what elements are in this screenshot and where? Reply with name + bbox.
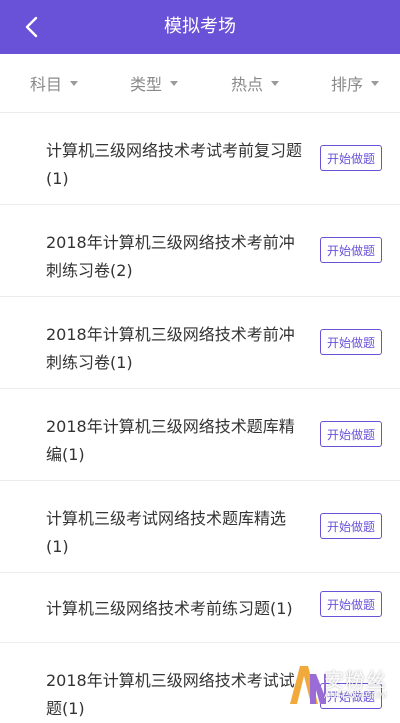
filter-subject[interactable]: 科目	[30, 54, 79, 112]
app-bar: 模拟考场	[0, 0, 400, 54]
list-item[interactable]: 2018年计算机三级网络技术考前冲刺练习卷(1) 开始做题	[0, 296, 400, 389]
watermark-text: 安粉丝	[324, 668, 387, 692]
filter-label: 科目	[30, 75, 63, 94]
start-exam-button[interactable]: 开始做题	[320, 145, 382, 171]
page-title: 模拟考场	[164, 16, 236, 37]
exam-title: 2018年计算机三级网络技术考前冲刺练习卷(1)	[46, 325, 295, 372]
list-item[interactable]: 2018年计算机三级网络技术题库精编(1) 开始做题	[0, 388, 400, 481]
filter-sort[interactable]: 排序	[331, 54, 380, 112]
filter-label: 类型	[130, 75, 163, 94]
filter-type[interactable]: 类型	[130, 54, 179, 112]
watermark-subtext: ANFENSI.COM	[324, 690, 387, 700]
filter-label: 排序	[331, 75, 364, 94]
exam-title: 计算机三级网络技术考前练习题(1)	[46, 599, 293, 618]
caret-down-icon	[170, 80, 179, 86]
list-item[interactable]: 2018年计算机三级网络技术考前冲刺练习卷(2) 开始做题	[0, 204, 400, 297]
exam-title: 计算机三级网络技术考试考前复习题(1)	[46, 141, 303, 188]
list-item[interactable]: 计算机三级网络技术考前练习题(1) 开始做题	[0, 572, 400, 643]
exam-title: 2018年计算机三级网络技术考试试题(1)	[46, 671, 295, 718]
exam-title: 2018年计算机三级网络技术题库精编(1)	[46, 417, 295, 464]
caret-down-icon	[70, 80, 79, 86]
start-exam-button[interactable]: 开始做题	[320, 421, 382, 447]
caret-down-icon	[271, 80, 280, 86]
filter-bar: 科目 类型 热点 排序	[0, 54, 400, 112]
filter-hot[interactable]: 热点	[231, 54, 280, 112]
start-exam-button[interactable]: 开始做题	[320, 513, 382, 539]
start-exam-button[interactable]: 开始做题	[320, 329, 382, 355]
list-item[interactable]: 计算机三级考试网络技术题库精选(1) 开始做题	[0, 480, 400, 573]
start-exam-button[interactable]: 开始做题	[320, 591, 382, 617]
watermark-logo: 安粉丝 ANFENSI.COM	[286, 660, 398, 708]
caret-down-icon	[371, 80, 380, 86]
logo-an-icon	[290, 666, 326, 704]
list-item[interactable]: 计算机三级网络技术考试考前复习题(1) 开始做题	[0, 112, 400, 205]
start-exam-button[interactable]: 开始做题	[320, 237, 382, 263]
filter-label: 热点	[231, 75, 264, 94]
exam-title: 计算机三级考试网络技术题库精选(1)	[46, 509, 287, 556]
exam-title: 2018年计算机三级网络技术考前冲刺练习卷(2)	[46, 233, 295, 280]
